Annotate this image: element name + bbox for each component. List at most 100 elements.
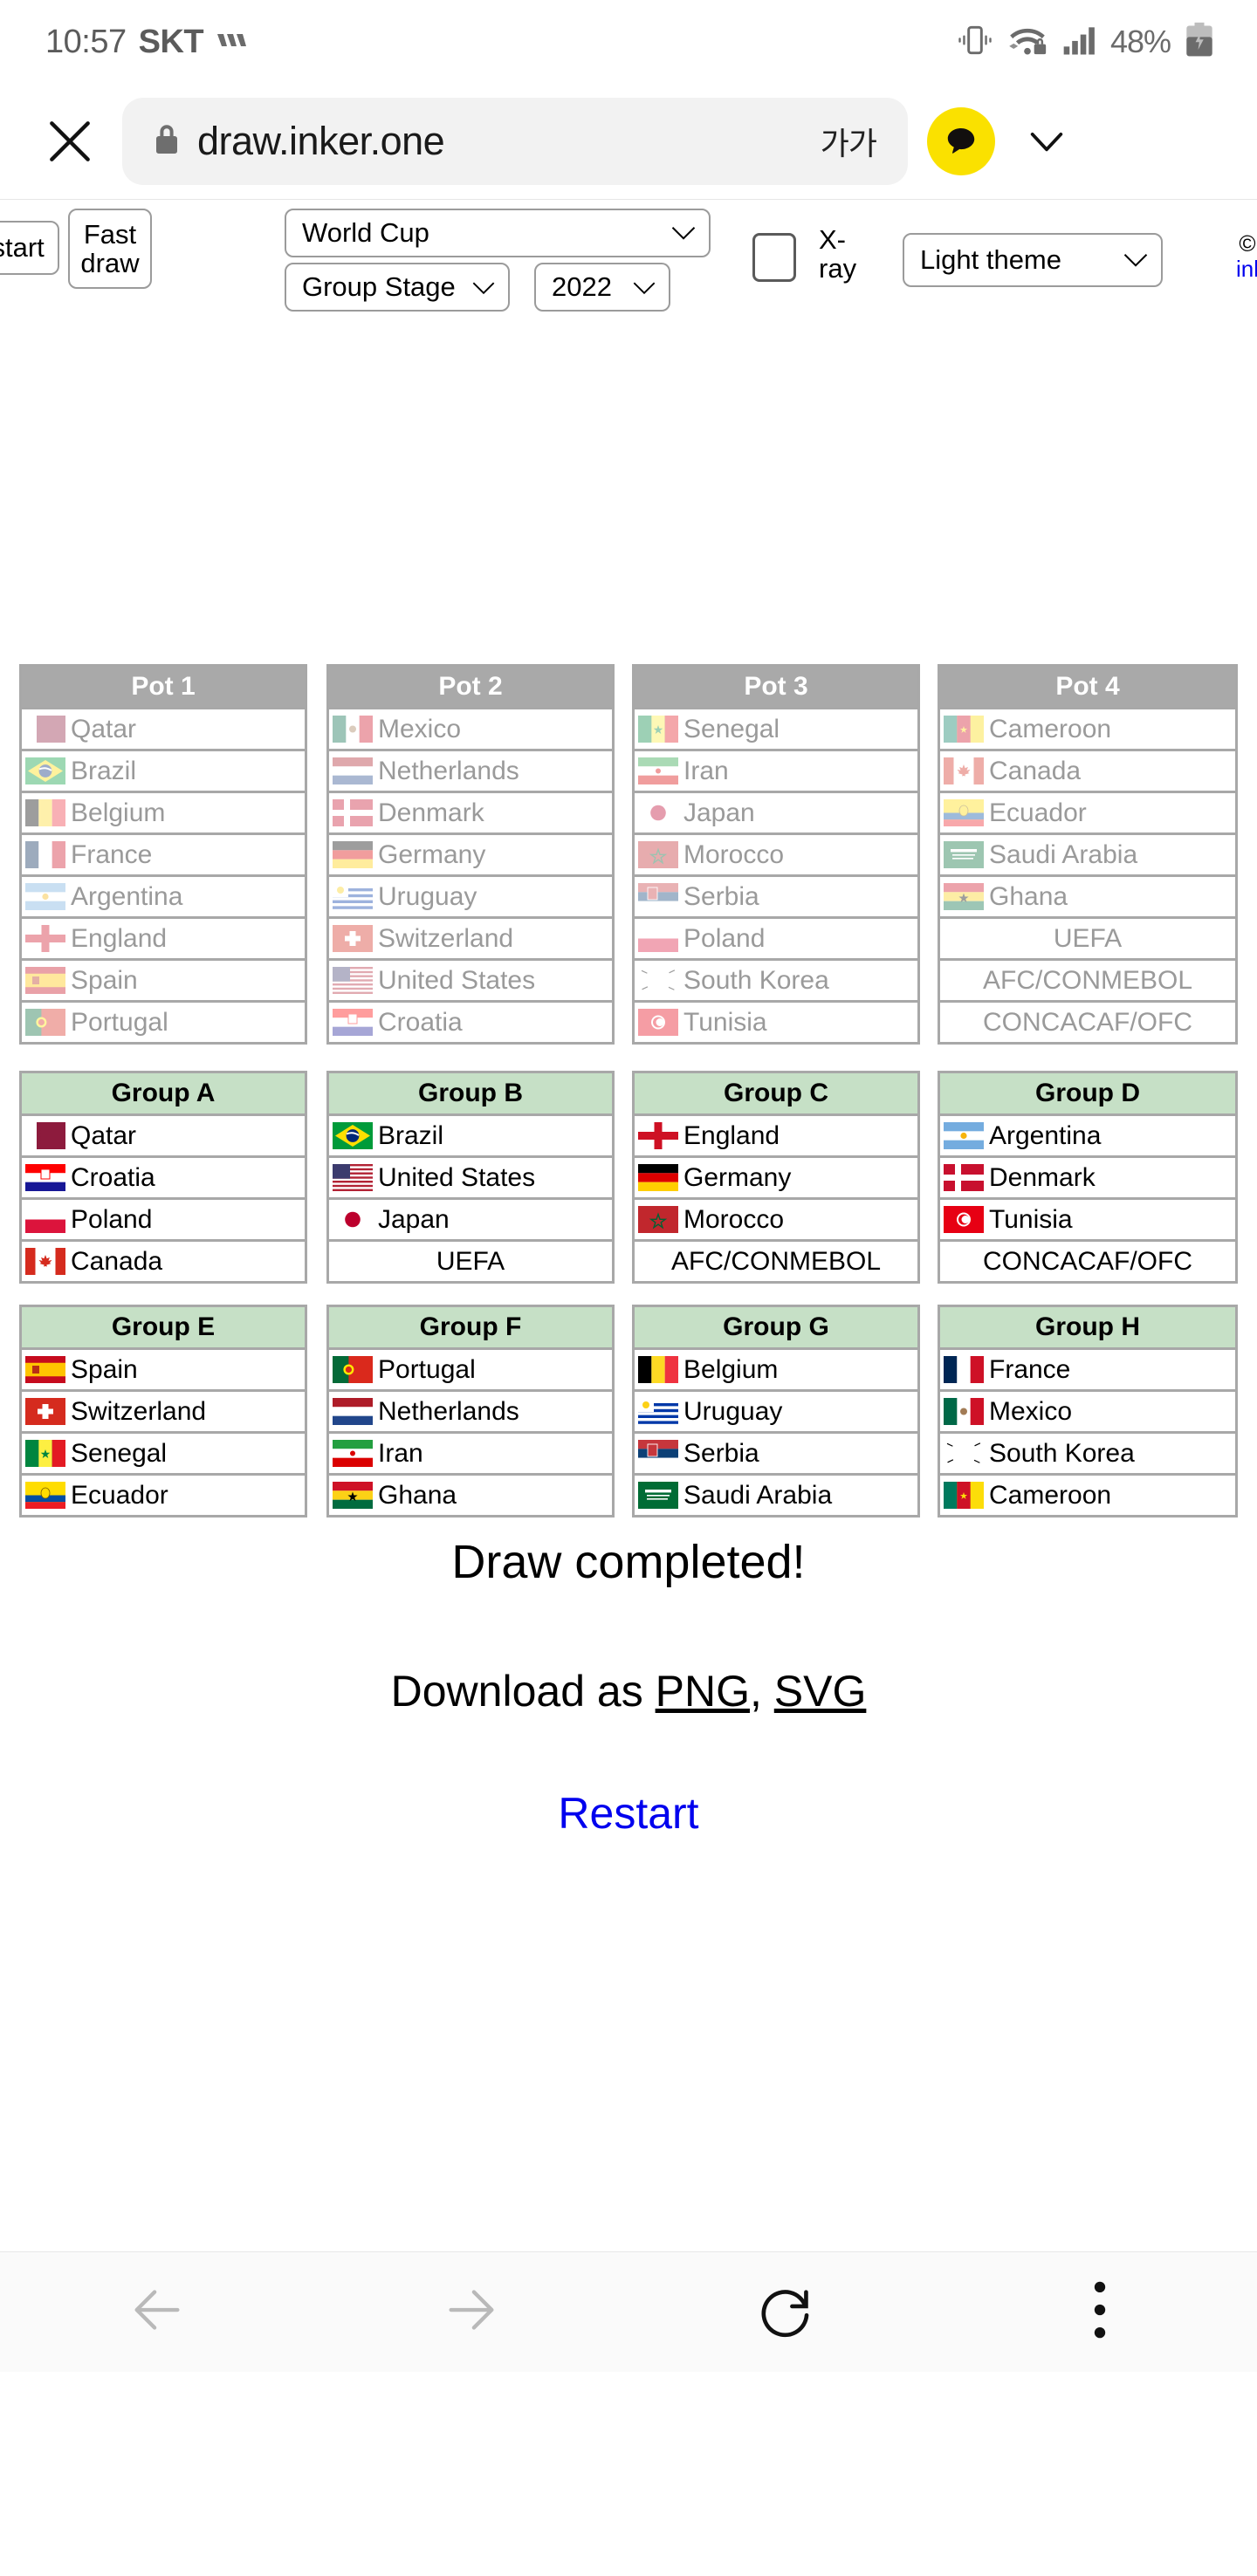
pot-team-row[interactable]: Poland — [635, 916, 917, 958]
competition-select[interactable]: World Cup — [285, 209, 711, 257]
group-team-row[interactable]: Switzerland — [22, 1389, 305, 1431]
group-team-row[interactable]: France — [940, 1347, 1235, 1389]
restart-button[interactable]: estart — [0, 221, 59, 275]
restart-link[interactable]: Restart — [558, 1789, 698, 1838]
pot-team-row[interactable]: Morocco — [635, 832, 917, 874]
group-team-row[interactable]: Poland — [22, 1197, 305, 1239]
group-team-row[interactable]: Japan — [329, 1197, 612, 1239]
pot-team-row[interactable]: Saudi Arabia — [940, 832, 1235, 874]
pot-team-row[interactable]: Japan — [635, 791, 917, 832]
group-team-row[interactable]: Mexico — [940, 1389, 1235, 1431]
group-team-row[interactable]: Uruguay — [635, 1389, 917, 1431]
pot-team-row[interactable]: Senegal — [635, 707, 917, 749]
pot-team-row[interactable]: Argentina — [22, 874, 305, 916]
year-select[interactable]: 2022 — [534, 263, 670, 312]
group-team-row[interactable]: Netherlands — [329, 1389, 612, 1431]
group-team-row[interactable]: Portugal — [329, 1347, 612, 1389]
group-team-row[interactable]: Germany — [635, 1155, 917, 1197]
group-team-row[interactable]: England — [635, 1113, 917, 1155]
group-team-row[interactable]: Iran — [329, 1431, 612, 1473]
pot-team-row[interactable]: Tunisia — [635, 1000, 917, 1042]
url-bar[interactable]: draw.inker.one 가가 — [122, 98, 908, 185]
pot-team-row[interactable]: Portugal — [22, 1000, 305, 1042]
group-team-row[interactable]: CONCACAF/OFC — [940, 1239, 1235, 1281]
flag-icon-kr — [638, 967, 678, 994]
pot-team-row[interactable]: Germany — [329, 832, 612, 874]
group-team-row[interactable]: South Korea — [940, 1431, 1235, 1473]
group-team-row[interactable]: Spain — [22, 1347, 305, 1389]
group-team-row[interactable]: Cameroon — [940, 1473, 1235, 1515]
back-button[interactable] — [0, 2279, 314, 2345]
reload-button[interactable] — [628, 2278, 943, 2346]
pot-team-row[interactable]: UEFA — [940, 916, 1235, 958]
theme-select-value: Light theme — [920, 244, 1061, 275]
group-team-row[interactable]: Canada — [22, 1239, 305, 1281]
group-team-row[interactable]: Senegal — [22, 1431, 305, 1473]
team-name: South Korea — [989, 1438, 1135, 1468]
group-team-row[interactable]: Ecuador — [22, 1473, 305, 1515]
team-name: Iran — [378, 1438, 423, 1468]
pot-team-row[interactable]: Ghana — [940, 874, 1235, 916]
group-team-row[interactable]: Saudi Arabia — [635, 1473, 917, 1515]
credit-link[interactable]: inl — [1217, 256, 1257, 282]
download-png-link[interactable]: PNG — [656, 1667, 750, 1716]
forward-button[interactable] — [314, 2279, 628, 2345]
pot-team-row[interactable]: Spain — [22, 958, 305, 1000]
pot-team-row[interactable]: England — [22, 916, 305, 958]
group-team-row[interactable]: Ghana — [329, 1473, 612, 1515]
chevron-down-icon[interactable] — [1016, 117, 1077, 166]
copyright-credit[interactable]: © inl — [1217, 230, 1257, 282]
pot-team-row[interactable]: Netherlands — [329, 749, 612, 791]
team-name: Belgium — [683, 1354, 779, 1384]
status-bar: 10:57 SKT 48% — [0, 0, 1257, 84]
group-card-group-a: Group A Qatar Croatia Poland Canada — [19, 1071, 307, 1284]
group-team-row[interactable]: Qatar — [22, 1113, 305, 1155]
stage-select[interactable]: Group Stage — [285, 263, 510, 312]
group-team-row[interactable]: AFC/CONMEBOL — [635, 1239, 917, 1281]
group-team-row[interactable]: Tunisia — [940, 1197, 1235, 1239]
pot-team-row[interactable]: AFC/CONMEBOL — [940, 958, 1235, 1000]
group-team-row[interactable]: Brazil — [329, 1113, 612, 1155]
pot-team-row[interactable]: Qatar — [22, 707, 305, 749]
group-team-row[interactable]: Denmark — [940, 1155, 1235, 1197]
pot-team-row[interactable]: Croatia — [329, 1000, 612, 1042]
group-team-row[interactable]: Serbia — [635, 1431, 917, 1473]
xray-checkbox[interactable] — [752, 233, 796, 282]
pot-team-row[interactable]: South Korea — [635, 958, 917, 1000]
flag-icon-gh — [333, 1482, 373, 1509]
flag-icon-cm — [944, 1482, 984, 1509]
pot-team-row[interactable]: CONCACAF/OFC — [940, 1000, 1235, 1042]
team-name: Iran — [683, 756, 729, 785]
flag-icon-sn — [25, 1440, 65, 1467]
group-team-row[interactable]: United States — [329, 1155, 612, 1197]
theme-select[interactable]: Light theme — [903, 233, 1163, 287]
overflow-menu-button[interactable] — [943, 2277, 1257, 2347]
pot-team-row[interactable]: Brazil — [22, 749, 305, 791]
font-size-button[interactable]: 가가 — [821, 119, 877, 164]
status-bar-right: 48% — [956, 21, 1217, 64]
pot-team-row[interactable]: Switzerland — [329, 916, 612, 958]
group-team-row[interactable]: UEFA — [329, 1239, 612, 1281]
fast-draw-button[interactable]: Fast draw — [68, 209, 152, 289]
pot-team-row[interactable]: Uruguay — [329, 874, 612, 916]
pot-team-row[interactable]: Belgium — [22, 791, 305, 832]
pot-team-row[interactable]: France — [22, 832, 305, 874]
close-icon[interactable] — [38, 110, 101, 173]
download-svg-link[interactable]: SVG — [774, 1667, 867, 1716]
pot-team-row[interactable]: United States — [329, 958, 612, 1000]
group-team-row[interactable]: Belgium — [635, 1347, 917, 1389]
pot-team-row[interactable]: Cameroon — [940, 707, 1235, 749]
pot-team-row[interactable]: Iran — [635, 749, 917, 791]
group-team-row[interactable]: Croatia — [22, 1155, 305, 1197]
pot-team-row[interactable]: Ecuador — [940, 791, 1235, 832]
pot-team-row[interactable]: Serbia — [635, 874, 917, 916]
status-bar-left: 10:57 SKT — [45, 24, 251, 61]
url-text[interactable]: draw.inker.one — [197, 119, 821, 164]
group-team-row[interactable]: Argentina — [940, 1113, 1235, 1155]
pot-team-row[interactable]: Mexico — [329, 707, 612, 749]
pot-team-row[interactable]: Canada — [940, 749, 1235, 791]
group-team-row[interactable]: Morocco — [635, 1197, 917, 1239]
kakao-chat-button[interactable] — [927, 107, 995, 175]
group-title: Group G — [635, 1307, 917, 1347]
pot-team-row[interactable]: Denmark — [329, 791, 612, 832]
